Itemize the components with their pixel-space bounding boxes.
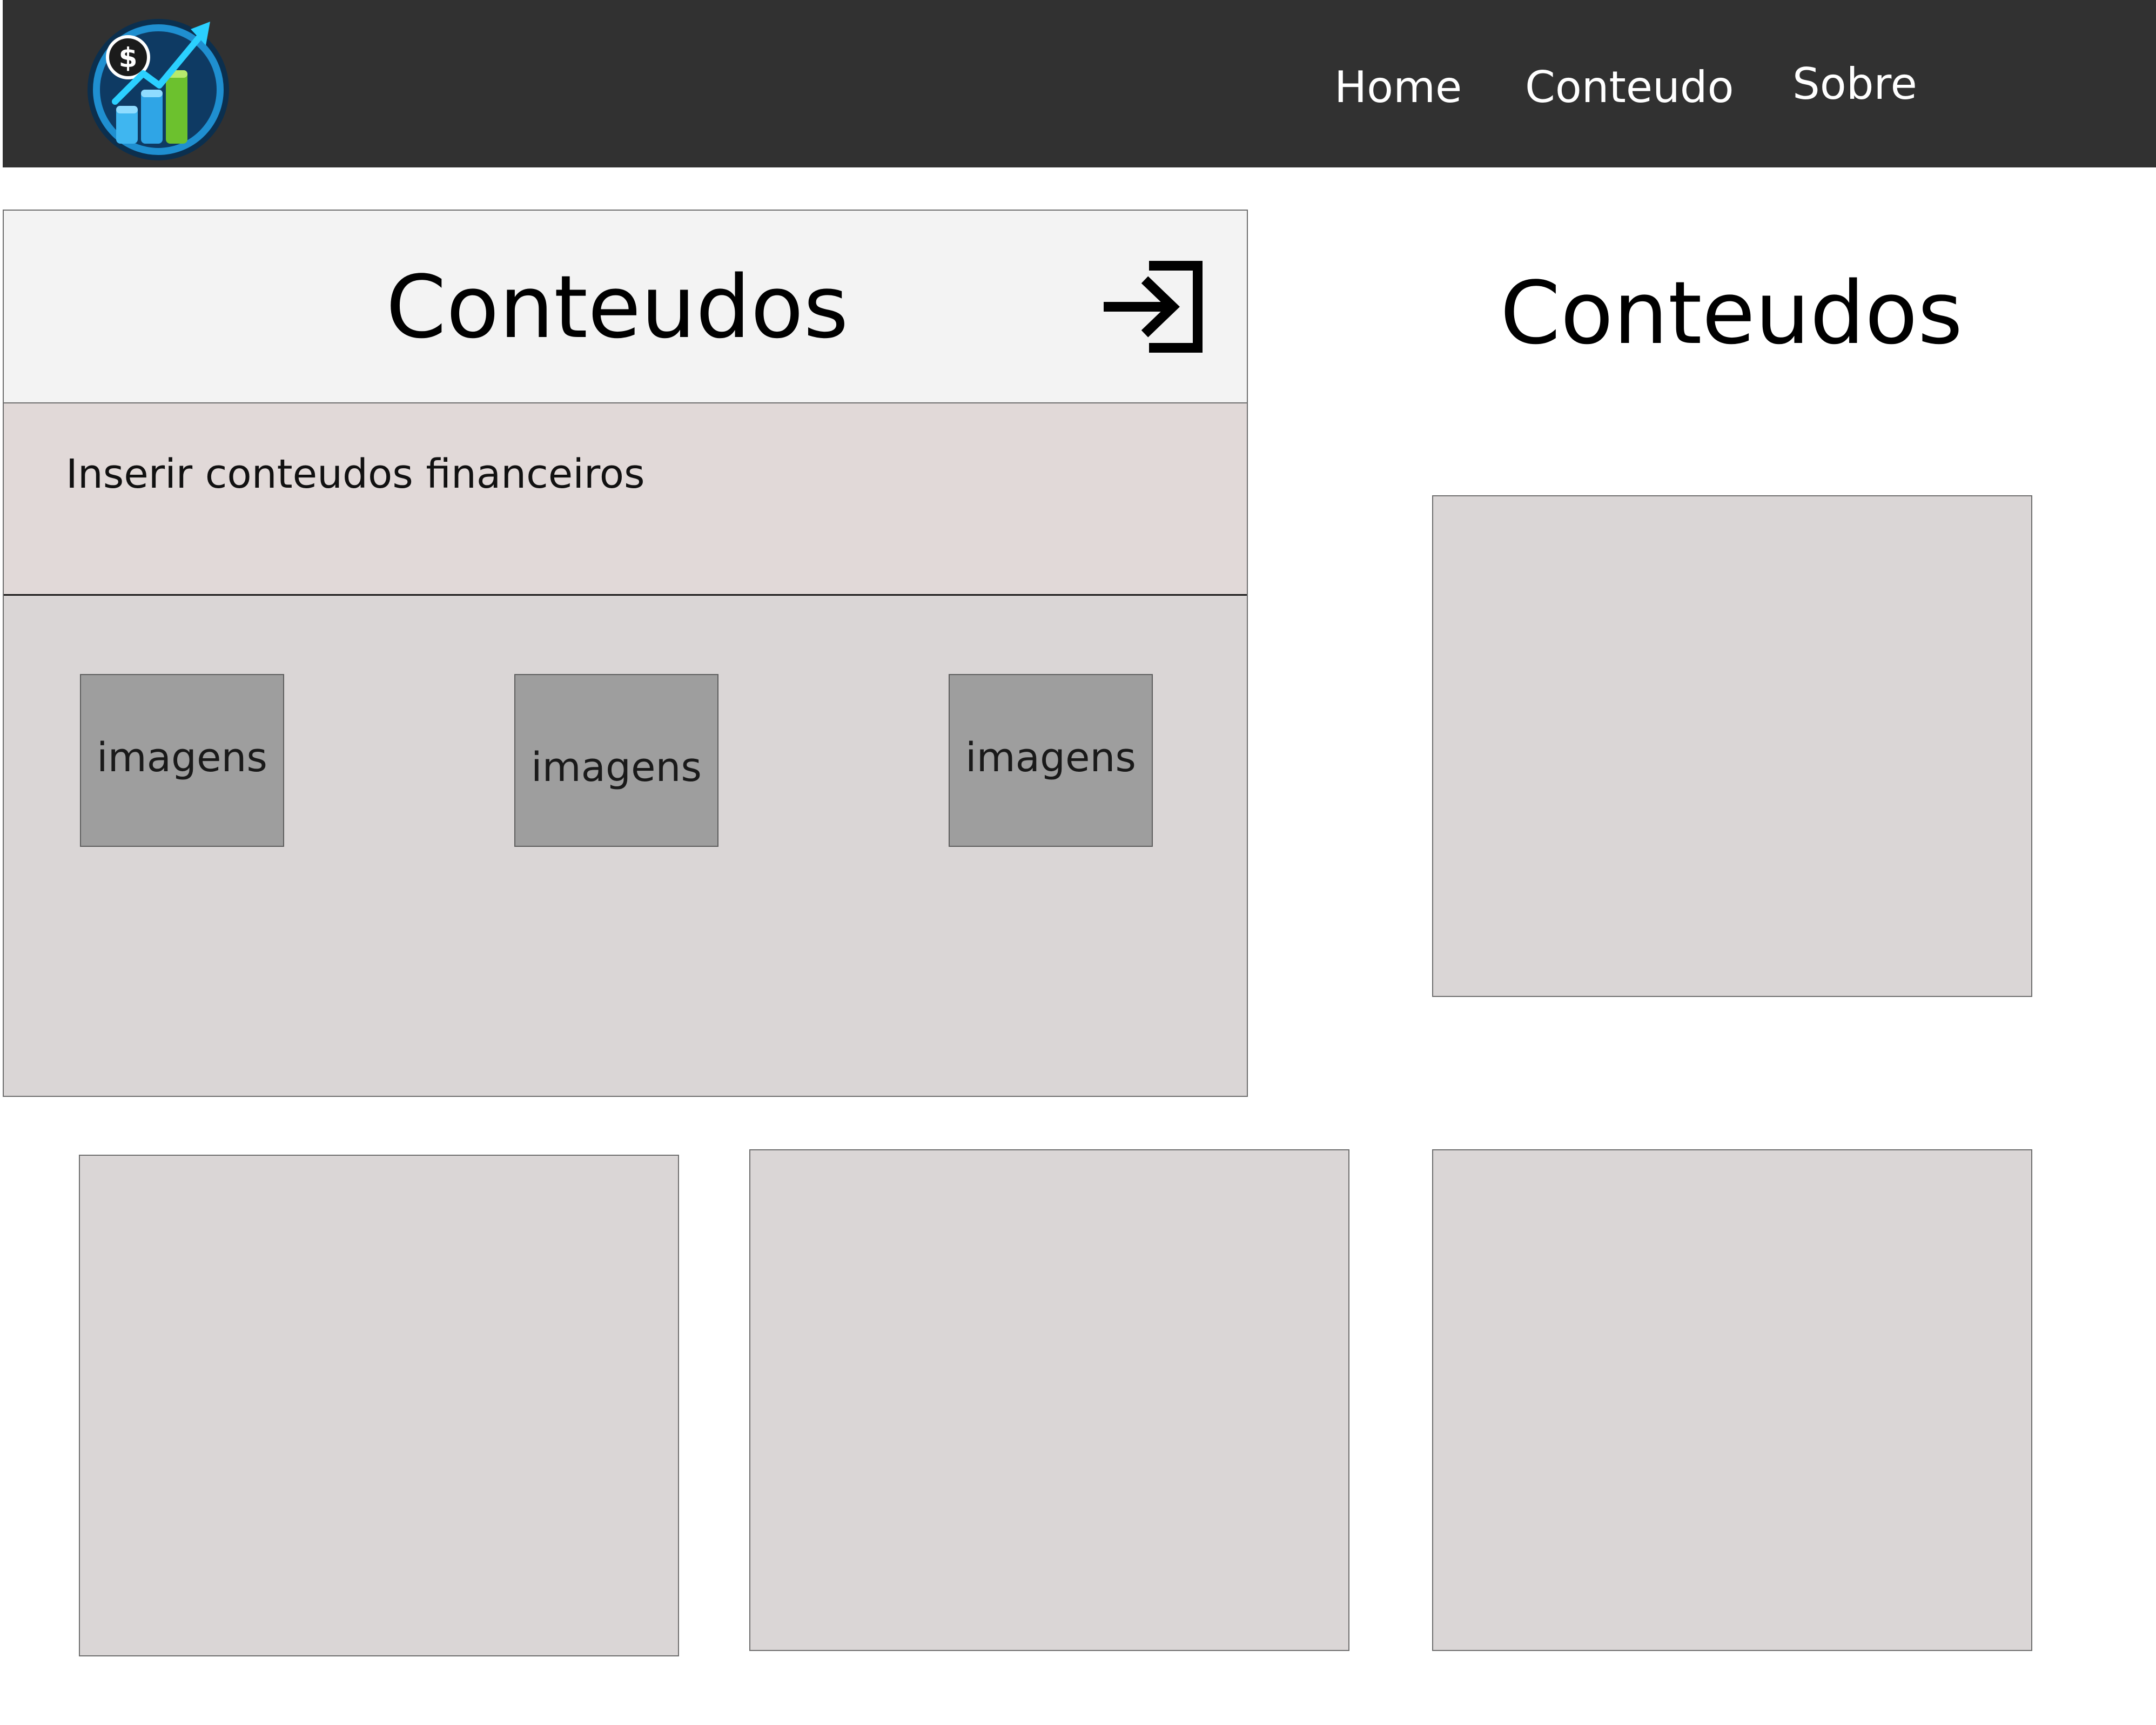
svg-text:$: $ (119, 42, 138, 73)
login-arrow-icon[interactable] (1100, 258, 1208, 355)
nav-link-home[interactable]: Home (1334, 60, 1462, 114)
panel-title: Conteudos (386, 257, 849, 358)
nav-link-conteudo[interactable]: Conteudo (1525, 60, 1734, 114)
image-tile[interactable]: imagens (80, 674, 284, 847)
image-tile[interactable]: imagens (514, 674, 718, 847)
panel-body: imagens imagens imagens (4, 596, 1247, 1096)
nav-link-sobre[interactable]: Sobre (1792, 57, 1917, 111)
image-tile-label: imagens (531, 744, 702, 791)
panel-subheader: Inserir conteudos financeiros (4, 403, 1247, 596)
content-card[interactable] (1432, 1149, 2032, 1651)
top-navbar: $ Home Conteudo Sobre (3, 0, 2156, 167)
section-title: Conteudos (1500, 262, 1963, 363)
image-tile-label: imagens (97, 735, 267, 781)
finance-growth-logo-icon[interactable]: $ (83, 10, 234, 161)
image-tile[interactable]: imagens (949, 674, 1153, 847)
panel-header: Conteudos (4, 211, 1247, 403)
content-panel: Conteudos Inserir conteudos financeiros … (3, 210, 1248, 1097)
content-card[interactable] (1432, 495, 2032, 997)
image-tile-label: imagens (965, 735, 1136, 781)
content-card[interactable] (749, 1149, 1349, 1651)
panel-subtitle: Inserir conteudos financeiros (66, 451, 645, 497)
content-card[interactable] (79, 1155, 679, 1656)
